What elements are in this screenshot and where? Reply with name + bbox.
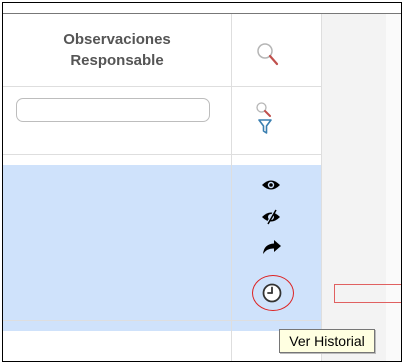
eye-icon[interactable] [261, 178, 281, 197]
table-right-border [321, 14, 322, 361]
highlight-circle [252, 275, 294, 311]
column-filter-input[interactable] [16, 98, 210, 122]
highlight-box [334, 284, 401, 303]
filter-row-divider [3, 154, 322, 155]
column-divider [231, 14, 232, 361]
right-strip [386, 14, 401, 361]
tooltip-ver-historial: Ver Historial [279, 329, 375, 353]
funnel-filter-icon[interactable] [258, 119, 272, 140]
header-divider [3, 86, 322, 87]
column-header-observaciones-responsable[interactable]: Observaciones Responsable [3, 29, 231, 71]
eye-slash-icon[interactable] [261, 209, 281, 230]
app-frame: Observaciones Responsable Ver Historial [2, 2, 402, 362]
row-divider [3, 320, 322, 321]
search-icon[interactable] [255, 41, 281, 72]
share-arrow-icon[interactable] [262, 239, 282, 260]
